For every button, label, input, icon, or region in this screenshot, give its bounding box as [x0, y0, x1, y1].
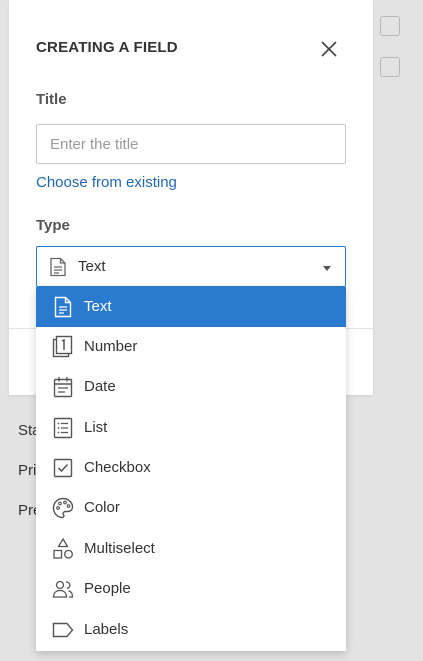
palette-icon — [51, 496, 75, 520]
type-field-label: Type — [36, 217, 70, 234]
title-input[interactable] — [36, 124, 346, 164]
tag-icon — [51, 618, 75, 642]
close-button[interactable] — [319, 39, 339, 59]
menu-item-label: People — [84, 580, 131, 597]
background-label: Pri — [18, 462, 37, 479]
shapes-icon — [51, 537, 75, 561]
menu-item-color[interactable]: Color — [36, 488, 346, 528]
type-select-value: Text — [78, 258, 106, 275]
text-doc-icon — [49, 257, 67, 277]
menu-item-multiselect[interactable]: Multiselect — [36, 529, 346, 569]
menu-item-label: Labels — [84, 621, 129, 638]
people-icon — [51, 577, 75, 601]
menu-item-label: Number — [84, 338, 138, 355]
background-checkbox[interactable] — [380, 57, 400, 77]
dialog-title: CREATING A FIELD — [36, 39, 178, 56]
calendar-icon — [51, 375, 75, 399]
background-checkbox[interactable] — [380, 16, 400, 36]
choose-from-existing-link[interactable]: Choose from existing — [36, 174, 177, 191]
text-doc-icon — [51, 295, 75, 319]
menu-item-number[interactable]: Number — [36, 327, 346, 367]
type-select[interactable]: Text — [36, 246, 346, 287]
close-icon — [319, 39, 339, 59]
menu-item-checkbox[interactable]: Checkbox — [36, 448, 346, 488]
menu-item-people[interactable]: People — [36, 569, 346, 609]
menu-item-label: List — [84, 419, 108, 436]
menu-item-list[interactable]: List — [36, 408, 346, 448]
number-icon — [51, 335, 75, 359]
type-dropdown-menu: Text Number Date List Checkbox Color Mul… — [36, 287, 346, 651]
menu-item-label: Color — [84, 499, 120, 516]
menu-item-text[interactable]: Text — [36, 287, 346, 327]
menu-item-date[interactable]: Date — [36, 367, 346, 407]
title-field-label: Title — [36, 91, 67, 108]
menu-item-label: Date — [84, 378, 116, 395]
menu-item-label: Text — [84, 298, 112, 315]
menu-item-labels[interactable]: Labels — [36, 610, 346, 650]
menu-item-label: Multiselect — [84, 540, 155, 557]
list-icon — [51, 416, 75, 440]
checkbox-icon — [51, 456, 75, 480]
chevron-down-icon — [323, 266, 331, 271]
menu-item-label: Checkbox — [84, 459, 151, 476]
